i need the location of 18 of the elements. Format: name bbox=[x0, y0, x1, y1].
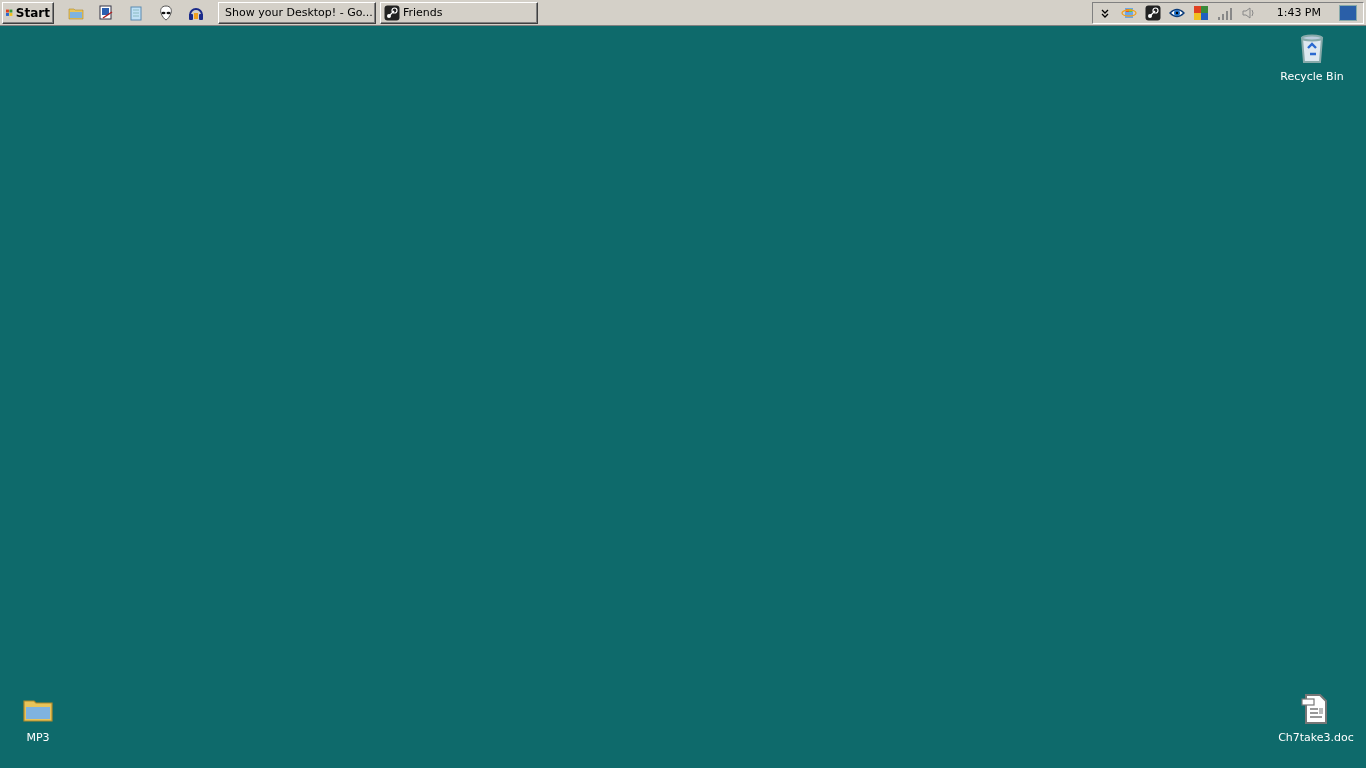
show-desktop-button[interactable] bbox=[1339, 4, 1357, 21]
desktop-icon-label[interactable]: MP3 bbox=[26, 731, 50, 744]
quick-launch-button[interactable] bbox=[158, 4, 174, 21]
desktop-icon-label[interactable]: Ch7take3.doc bbox=[1278, 731, 1354, 744]
quick-launch-button[interactable] bbox=[98, 4, 114, 21]
speaker-icon bbox=[1240, 4, 1257, 21]
taskbar-button[interactable]: Friends bbox=[380, 1, 538, 24]
start-button[interactable]: Start bbox=[2, 1, 54, 24]
monitor-icon bbox=[98, 4, 114, 21]
tiles-icon bbox=[1192, 4, 1209, 21]
clock: 1:43 PM bbox=[1275, 6, 1322, 19]
notepad-icon bbox=[128, 4, 144, 21]
desktop-icon-label[interactable]: Recycle Bin bbox=[1280, 70, 1344, 83]
steam-icon bbox=[1144, 4, 1161, 21]
alien-icon bbox=[158, 4, 174, 21]
steam-icon bbox=[384, 4, 400, 21]
taskbar-button[interactable]: Show your Desktop! - Go... bbox=[218, 1, 376, 24]
tray-button[interactable] bbox=[1144, 4, 1161, 21]
